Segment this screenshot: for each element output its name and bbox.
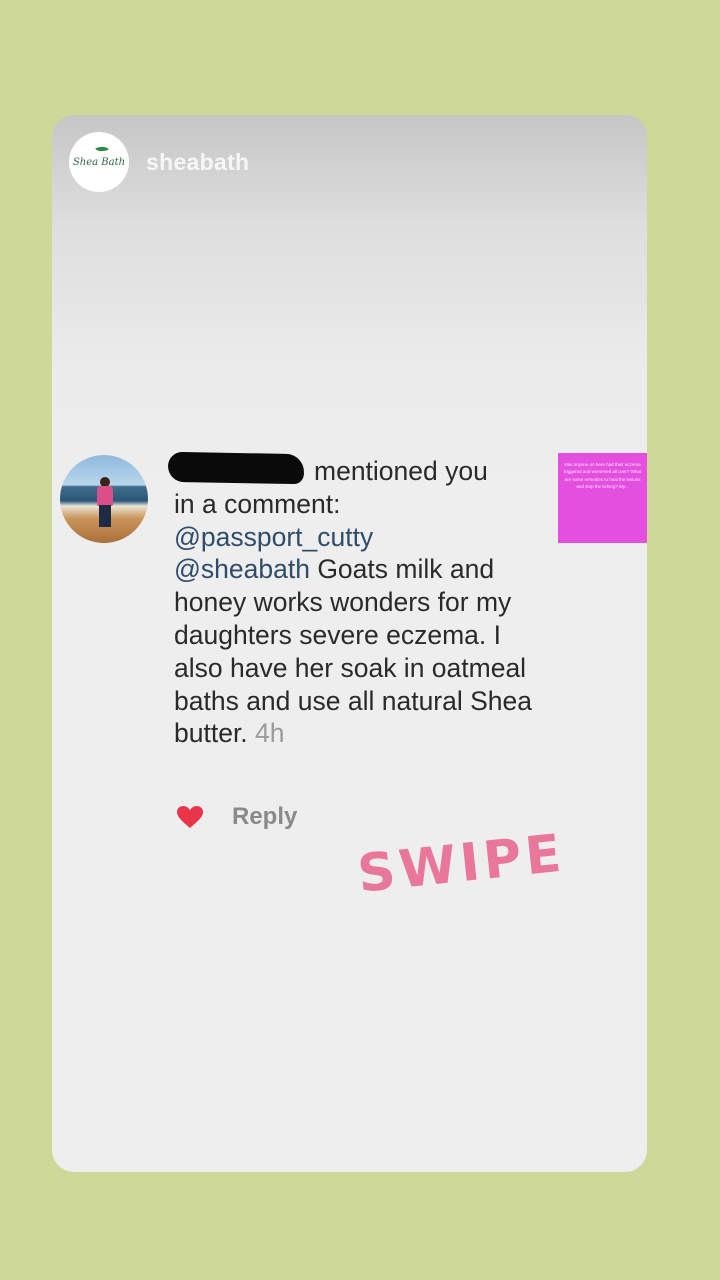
swipe-sticker: SWIPE (354, 823, 568, 905)
heart-icon[interactable] (176, 805, 204, 829)
in-a-comment-label: in a comment: (174, 488, 341, 519)
logo-text: Shea Bath (72, 156, 126, 168)
comment-timestamp: 4h (255, 718, 285, 749)
leaf-icon (95, 144, 109, 154)
reply-button[interactable]: Reply (232, 803, 297, 831)
account-name[interactable]: sheabath (146, 149, 249, 176)
mention-passport-cutty[interactable]: @passport_cutty (174, 522, 373, 552)
mention-sheabath[interactable]: @sheabath (174, 554, 310, 584)
story-header: Shea Bath sheabath (69, 132, 249, 192)
thumbnail-text: Has anyone on here had their eczema trig… (563, 462, 642, 490)
account-logo[interactable]: Shea Bath (69, 132, 129, 192)
story-card[interactable]: Shea Bath sheabath mentioned you in a co… (52, 115, 647, 1172)
comment-text: mentioned you in a comment: @passport_cu… (174, 455, 554, 750)
person-figure (96, 477, 114, 529)
post-thumbnail[interactable]: Has anyone on here had their eczema trig… (558, 453, 647, 543)
comment-actions: Reply (176, 803, 297, 831)
commenter-avatar[interactable] (60, 455, 148, 543)
redacted-username (167, 451, 305, 485)
